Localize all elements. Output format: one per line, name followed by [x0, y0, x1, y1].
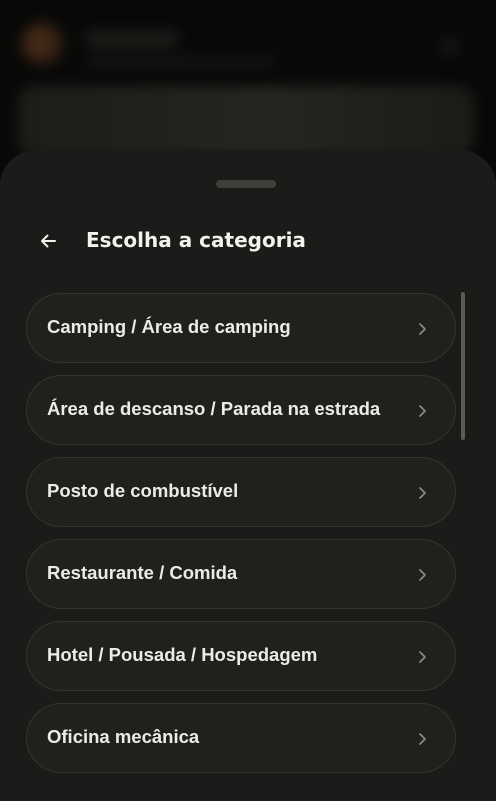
- scrollbar-thumb[interactable]: [461, 292, 465, 440]
- category-item[interactable]: Restaurante / Comida: [26, 539, 456, 609]
- category-item[interactable]: Hotel / Pousada / Hospedagem: [26, 621, 456, 691]
- category-item-label: Camping / Área de camping: [47, 316, 291, 337]
- category-item-label: Oficina mecânica: [47, 726, 200, 747]
- category-bottom-sheet: Escolha a categoria Camping / Área de ca…: [0, 150, 496, 801]
- sheet-title: Escolha a categoria: [86, 228, 306, 252]
- chevron-right-icon: [419, 651, 426, 663]
- chevron-right-icon: [419, 569, 426, 581]
- category-item-label: Hotel / Pousada / Hospedagem: [47, 644, 318, 665]
- category-item-label: Área de descanso / Parada na estrada: [47, 398, 381, 419]
- arrow-left-icon: [41, 234, 56, 248]
- chevron-right-icon: [419, 323, 426, 335]
- back-button[interactable]: [30, 223, 66, 259]
- category-item[interactable]: Posto de combustível: [26, 457, 456, 527]
- category-item[interactable]: Camping / Área de camping: [26, 293, 456, 363]
- sheet-header: Escolha a categoria: [0, 216, 496, 266]
- category-list: Camping / Área de camping Área de descans…: [26, 293, 456, 785]
- category-item[interactable]: Área de descanso / Parada na estrada: [26, 375, 456, 445]
- sheet-drag-handle[interactable]: [216, 180, 276, 188]
- category-item[interactable]: Oficina mecânica: [26, 703, 456, 773]
- category-item-label: Restaurante / Comida: [47, 562, 238, 583]
- chevron-right-icon: [419, 733, 426, 745]
- chevron-right-icon: [419, 405, 426, 417]
- category-item-label: Posto de combustível: [47, 480, 239, 501]
- chevron-right-icon: [419, 487, 426, 499]
